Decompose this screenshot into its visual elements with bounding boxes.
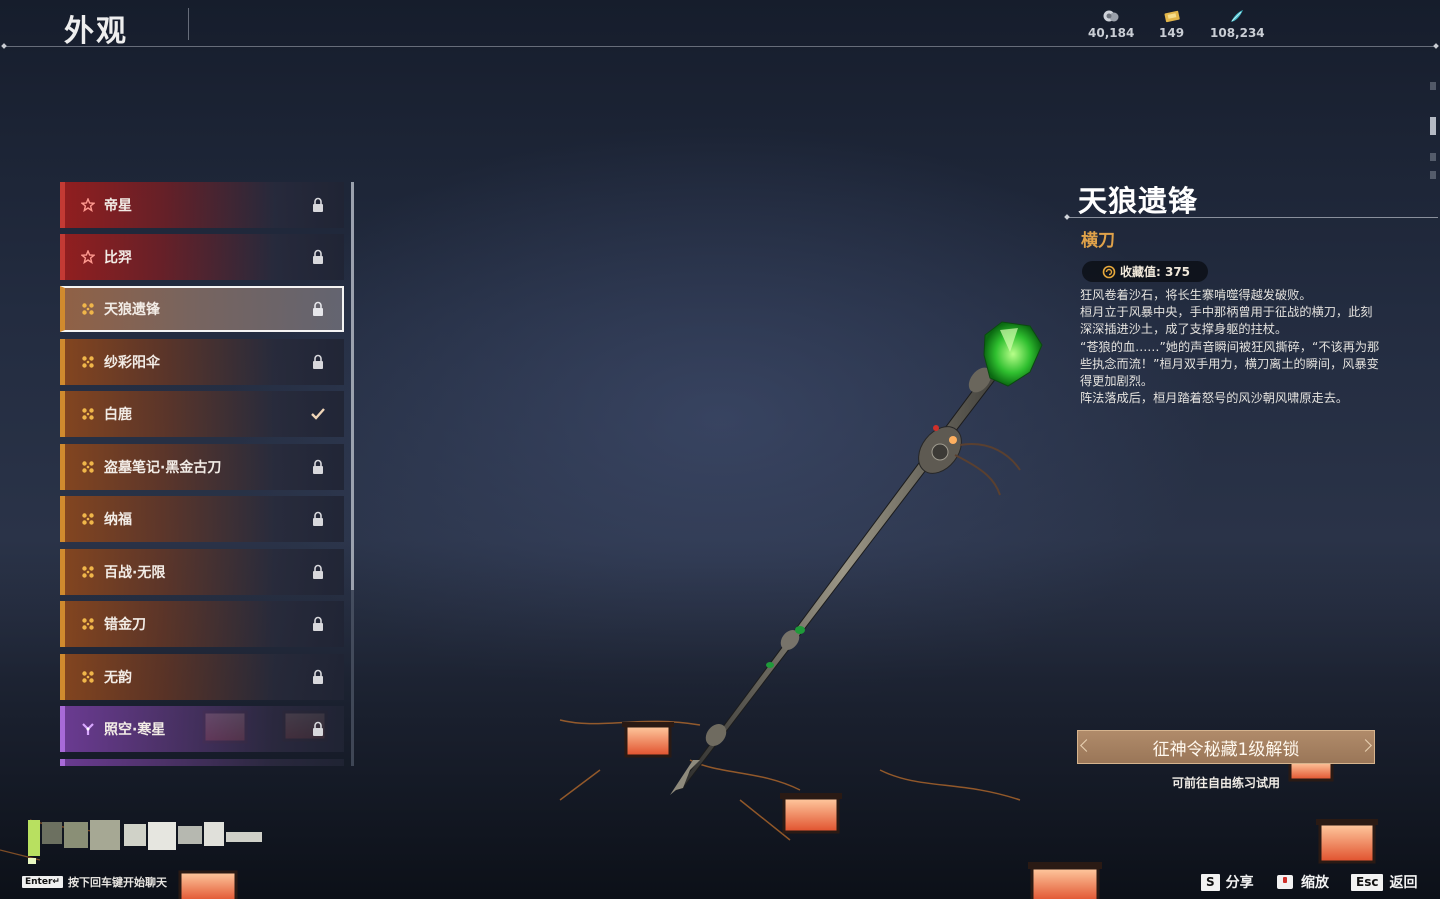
- gold-flower-icon: [80, 301, 96, 317]
- skin-item-label: 帝星: [104, 198, 132, 214]
- lock-icon: [313, 459, 323, 474]
- skin-item-label: 纱彩阳伞: [104, 355, 160, 371]
- description-line: 桓月立于风暴中央，手中那柄曾用于征战的横刀，此刻深深插进沙土，成了支撑身躯的拄杖…: [1080, 305, 1373, 337]
- item-description: 狂风卷着沙石，将长生寨啃噬得越发破败。 桓月立于风暴中央，手中那柄曾用于征战的横…: [1080, 287, 1384, 407]
- gold-flower-icon: [80, 564, 96, 580]
- skin-item-dixing[interactable]: 帝星: [60, 182, 344, 228]
- red-star-icon: [80, 197, 96, 213]
- title-divider: [188, 8, 189, 40]
- gold-flower-icon: [80, 406, 96, 422]
- lock-icon: [313, 564, 323, 579]
- jade-feather-icon: [1231, 10, 1244, 22]
- scroll-marker: [1430, 82, 1436, 90]
- gold-flower-icon: [80, 511, 96, 527]
- skin-item-tianlang-selected[interactable]: 天狼遗锋: [60, 286, 344, 332]
- back-label: 返回: [1389, 875, 1418, 891]
- chat-hint-label: 按下回车键开始聊天: [67, 876, 167, 889]
- unlock-button[interactable]: 征神令秘藏1级解锁: [1077, 730, 1375, 764]
- list-scrollbar-thumb[interactable]: [351, 182, 354, 590]
- lock-icon: [313, 354, 323, 369]
- skin-item-biyi[interactable]: 比羿: [60, 234, 344, 280]
- lock-icon: [313, 721, 323, 736]
- floating-lantern: [178, 870, 238, 899]
- back-action[interactable]: Esc 返回: [1351, 872, 1417, 892]
- skin-item-bailu[interactable]: 白鹿: [60, 391, 344, 437]
- lock-icon: [313, 669, 323, 684]
- floating-lantern: [1028, 862, 1102, 899]
- silver-coin-icon: [1103, 10, 1119, 22]
- floating-lantern: [622, 722, 674, 758]
- currency-jade: 108,234: [1210, 8, 1265, 40]
- gold-flower-icon: [80, 354, 96, 370]
- skin-item-label: 无韵: [104, 670, 132, 686]
- name-divider: [1068, 217, 1438, 218]
- esc-key: Esc: [1351, 873, 1384, 891]
- item-name: 天狼遗锋: [1078, 184, 1199, 218]
- gold-flower-icon: [80, 616, 96, 632]
- chat-hint[interactable]: Enter↵ 按下回车键开始聊天: [22, 874, 167, 890]
- description-line: 阵法落成后，桓月踏着怒号的风沙朝风啸原走去。: [1080, 391, 1349, 406]
- scroll-marker: [1430, 171, 1436, 179]
- currency-ticket: 149: [1159, 8, 1184, 40]
- skin-item-label: 错金刀: [104, 617, 146, 633]
- collection-value-badge: 收藏值: 375: [1082, 261, 1209, 282]
- currency-silver: 40,184: [1088, 8, 1134, 40]
- skin-item-shacai[interactable]: 纱彩阳伞: [60, 339, 344, 385]
- skin-item-label: 照空·寒星: [104, 722, 166, 738]
- skin-item-nafu[interactable]: 纳福: [60, 496, 344, 542]
- description-line: 狂风卷着沙石，将长生寨啃噬得越发破败。: [1080, 288, 1312, 302]
- checkmark-icon: [311, 408, 325, 420]
- skin-item-wuyun[interactable]: 无韵: [60, 654, 344, 700]
- lock-icon: [313, 249, 323, 264]
- skin-item-label: 比羿: [104, 250, 132, 266]
- scroll-marker: [1430, 153, 1436, 161]
- zoom-label: 缩放: [1301, 875, 1329, 891]
- item-type: 横刀: [1081, 231, 1115, 251]
- top-bar: 外观 40,184 149 108,234: [0, 0, 1440, 49]
- skin-item-partial[interactable]: [60, 759, 344, 766]
- skin-list: 帝星 比羿 天狼遗锋 纱彩阳伞 白鹿 盗墓笔记·黑金古刀 纳福 百战·无限 错金: [60, 182, 344, 766]
- red-star-icon: [80, 249, 96, 265]
- share-label: 分享: [1225, 875, 1254, 891]
- enter-key-icon: Enter↵: [22, 876, 63, 888]
- skin-item-baizhan[interactable]: 百战·无限: [60, 549, 344, 595]
- skin-item-label: 白鹿: [104, 407, 132, 423]
- lock-icon: [313, 197, 323, 212]
- collection-value: 收藏值: 375: [1120, 265, 1191, 279]
- skin-item-cuojin[interactable]: 错金刀: [60, 601, 344, 647]
- lock-icon: [313, 301, 323, 316]
- lock-icon: [313, 616, 323, 631]
- skin-item-label: 百战·无限: [104, 565, 166, 581]
- floating-lantern: [1316, 819, 1378, 864]
- share-key: S: [1201, 873, 1220, 891]
- skin-item-label: 天狼遗锋: [104, 302, 160, 318]
- mouse-wheel-icon: [1277, 875, 1293, 889]
- pixelated-player-name: [28, 820, 262, 864]
- skin-item-label: 纳福: [104, 512, 132, 528]
- gold-flower-icon: [80, 459, 96, 475]
- scroll-marker-active: [1430, 117, 1436, 135]
- gold-flower-icon: [80, 669, 96, 685]
- currency-silver-value: 40,184: [1088, 26, 1135, 40]
- floating-lantern: [780, 793, 842, 834]
- zoom-action[interactable]: 缩放: [1276, 872, 1329, 892]
- skin-item-daomu[interactable]: 盗墓笔记·黑金古刀: [60, 444, 344, 490]
- page-title: 外观: [64, 14, 128, 49]
- header-divider: [4, 46, 1436, 47]
- share-action[interactable]: S 分享: [1201, 872, 1254, 892]
- currency-ticket-value: 149: [1159, 26, 1185, 40]
- skin-item-zhaokong[interactable]: 照空·寒星: [60, 706, 344, 752]
- purple-flower-icon: [80, 721, 96, 737]
- trial-hint[interactable]: 可前往自由练习试用: [1077, 774, 1375, 791]
- currency-jade-value: 108,234: [1210, 26, 1265, 40]
- skin-item-label: 盗墓笔记·黑金古刀: [104, 460, 222, 476]
- lock-icon: [313, 511, 323, 526]
- collection-icon: [1102, 265, 1116, 278]
- description-line: “苍狼的血……”她的声音瞬间被狂风撕碎，“不该再为那些执念而流！”桓月双手用力，…: [1080, 339, 1380, 389]
- gold-ticket-icon: [1164, 10, 1180, 23]
